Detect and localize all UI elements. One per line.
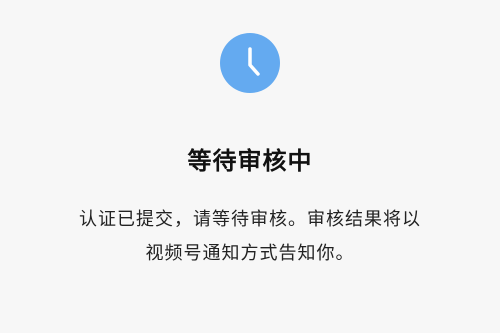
status-message-line-1: 认证已提交，请等待审核。审核结果将以	[79, 209, 421, 230]
status-title: 等待审核中	[187, 147, 313, 175]
status-message: 认证已提交，请等待审核。审核结果将以 视频号通知方式告知你。	[40, 203, 460, 271]
review-pending-screen: 等待审核中 认证已提交，请等待审核。审核结果将以 视频号通知方式告知你。	[0, 0, 500, 333]
clock-icon	[220, 33, 280, 93]
status-message-line-2: 视频号通知方式告知你。	[145, 243, 355, 264]
